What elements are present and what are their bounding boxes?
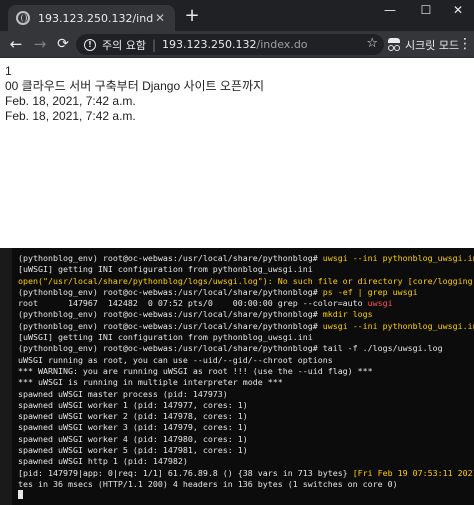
- url-path: /index.do: [256, 38, 308, 51]
- browser-toolbar: ← → ⟳ ! 주의 요함 | 193.123.250.132/index.do…: [0, 31, 474, 58]
- maximize-button[interactable]: ☐: [408, 0, 444, 22]
- close-window-button[interactable]: ✕: [440, 0, 474, 22]
- terminal-left-strip: [0, 248, 12, 505]
- bookmark-star-icon[interactable]: ☆: [366, 36, 378, 51]
- terminal-text: uwsgi: [367, 298, 393, 309]
- terminal-text: (pythonblog_env) root@oc-webwas:/usr/loc…: [18, 253, 323, 263]
- forward-button[interactable]: →: [30, 34, 50, 54]
- terminal-line: (pythonblog_env) root@oc-webwas:/usr/loc…: [18, 253, 474, 264]
- terminal-text: tes in 36 msecs (HTTP/1.1 200) 4 headers…: [18, 478, 398, 489]
- warning-icon[interactable]: !: [84, 38, 96, 51]
- terminal-text: ps -ef | grep uwsgi: [322, 286, 418, 297]
- tab-title: 193.123.250.132/index.do: [38, 11, 153, 25]
- omnibox-divider: |: [151, 37, 157, 52]
- terminal-text: spawned uWSGI http 1 (pid: 147982): [18, 456, 188, 467]
- terminal-line: spawned uWSGI worker 3 (pid: 147979, cor…: [18, 422, 474, 433]
- terminal-line: open("/usr/local/share/pythonblog/logs/u…: [18, 276, 474, 287]
- page-content: 1 00 클라우드 서버 구축부터 Django 사이트 오픈까지 Feb. 1…: [5, 64, 470, 124]
- terminal-cursor: [18, 490, 23, 500]
- terminal-text: (pythonblog_env) root@oc-webwas:/usr/loc…: [18, 286, 323, 297]
- terminal-line: (pythonblog_env) root@oc-webwas:/usr/loc…: [18, 321, 474, 332]
- terminal-text: spawned uWSGI worker 1 (pid: 147977, cor…: [18, 399, 248, 410]
- terminal-line: *** WARNING: you are running uWSGI as ro…: [18, 366, 474, 377]
- address-bar[interactable]: ! 주의 요함 | 193.123.250.132/index.do ☆: [76, 34, 384, 55]
- close-tab-icon[interactable]: ✕: [153, 11, 167, 25]
- reload-button[interactable]: ⟳: [53, 34, 73, 54]
- terminal-line: *** uWSGI is running in multiple interpr…: [18, 377, 474, 388]
- kebab-menu-icon[interactable]: ⋮: [458, 35, 472, 53]
- terminal-line: spawned uWSGI worker 1 (pid: 147977, cor…: [18, 400, 474, 411]
- terminal-line: spawned uWSGI master process (pid: 14797…: [18, 389, 474, 400]
- url-host: 193.123.250.132: [162, 38, 257, 51]
- terminal-line: spawned uWSGI http 1 (pid: 147982): [18, 456, 474, 467]
- incognito-icon[interactable]: [387, 38, 401, 51]
- terminal-text: *** WARNING: you are running uWSGI as ro…: [18, 365, 373, 376]
- terminal-text: open("/usr/local/share/pythonblog/logs/u…: [18, 275, 474, 286]
- security-label[interactable]: 주의 요함: [102, 37, 146, 53]
- terminal-line: root 147967 142482 0 07:52 pts/0 00:00:0…: [18, 298, 474, 309]
- browser-tab[interactable]: 193.123.250.132/index.do ✕: [8, 5, 175, 31]
- terminal-text: [pid: 147979|app: 0|req: 1/1] 61.76.89.8…: [18, 467, 353, 478]
- terminal-line: (pythonblog_env) root@oc-webwas:/usr/loc…: [18, 343, 474, 354]
- terminal-text: spawned uWSGI worker 5 (pid: 147981, cor…: [18, 445, 248, 456]
- terminal-line: (pythonblog_env) root@oc-webwas:/usr/loc…: [18, 309, 474, 320]
- terminal-text: mkdir logs: [322, 309, 373, 320]
- terminal-line: [uWSGI] getting INI configuration from p…: [18, 264, 474, 275]
- page-line-date: Feb. 18, 2021, 7:42 a.m.: [5, 94, 136, 108]
- terminal-line: [uWSGI] getting INI configuration from p…: [18, 332, 474, 343]
- terminal-text: *** uWSGI is running in multiple interpr…: [18, 377, 283, 388]
- page-line-number: 1: [5, 64, 12, 78]
- terminal-text: spawned uWSGI master process (pid: 14797…: [18, 388, 228, 399]
- incognito-label[interactable]: 시크릿 모드: [405, 37, 459, 53]
- terminal-line: [pid: 147979|app: 0|req: 1/1] 61.76.89.8…: [18, 468, 474, 479]
- tab-strip: 193.123.250.132/index.do ✕ + — ☐ ✕: [0, 0, 474, 31]
- terminal-text: (pythonblog_env) root@oc-webwas:/usr/loc…: [18, 320, 323, 331]
- terminal-text: uwsgi --ini pythonblog_uwsgi.ini --http …: [322, 253, 474, 263]
- terminal-line: spawned uWSGI worker 2 (pid: 147978, cor…: [18, 411, 474, 422]
- terminal-line: (pythonblog_env) root@oc-webwas:/usr/loc…: [18, 287, 474, 298]
- terminal-text: spawned uWSGI worker 4 (pid: 147980, cor…: [18, 433, 248, 444]
- page-line-date: Feb. 18, 2021, 7:42 a.m.: [5, 109, 136, 123]
- terminal-cursor-line: [18, 490, 474, 501]
- terminal-line: tes in 36 msecs (HTTP/1.1 200) 4 headers…: [18, 479, 474, 490]
- terminal-line: uWSGI running as root, you can use --uid…: [18, 355, 474, 366]
- minimize-button[interactable]: —: [372, 0, 408, 22]
- terminal-text: (pythonblog_env) root@oc-webwas:/usr/loc…: [18, 309, 323, 320]
- terminal-text: [Fri Feb 19 07:53:11 2021]: [352, 467, 474, 478]
- terminal-text: root 147967 142482 0 07:52 pts/0 00:00:0…: [18, 298, 368, 309]
- terminal-line: spawned uWSGI worker 5 (pid: 147981, cor…: [18, 445, 474, 456]
- terminal-text: uWSGI running as root, you can use --uid…: [18, 354, 333, 365]
- terminal-text: spawned uWSGI worker 3 (pid: 147979, cor…: [18, 422, 248, 433]
- page-line-title: 00 클라우드 서버 구축부터 Django 사이트 오픈까지: [5, 79, 265, 93]
- globe-icon: [16, 11, 30, 25]
- terminal-window[interactable]: (pythonblog_env) root@oc-webwas:/usr/loc…: [0, 248, 474, 505]
- terminal-text: [uWSGI] getting INI configuration from p…: [18, 332, 313, 343]
- terminal-line: spawned uWSGI worker 4 (pid: 147980, cor…: [18, 434, 474, 445]
- terminal-output: (pythonblog_env) root@oc-webwas:/usr/loc…: [18, 253, 474, 502]
- back-button[interactable]: ←: [6, 34, 26, 54]
- terminal-text: (pythonblog_env) root@oc-webwas:/usr/loc…: [18, 343, 443, 354]
- terminal-text: uwsgi --ini pythonblog_uwsgi.ini --http …: [322, 320, 474, 331]
- terminal-text: [uWSGI] getting INI configuration from p…: [18, 264, 313, 275]
- terminal-text: spawned uWSGI worker 2 (pid: 147978, cor…: [18, 411, 248, 422]
- new-tab-button[interactable]: +: [182, 6, 202, 26]
